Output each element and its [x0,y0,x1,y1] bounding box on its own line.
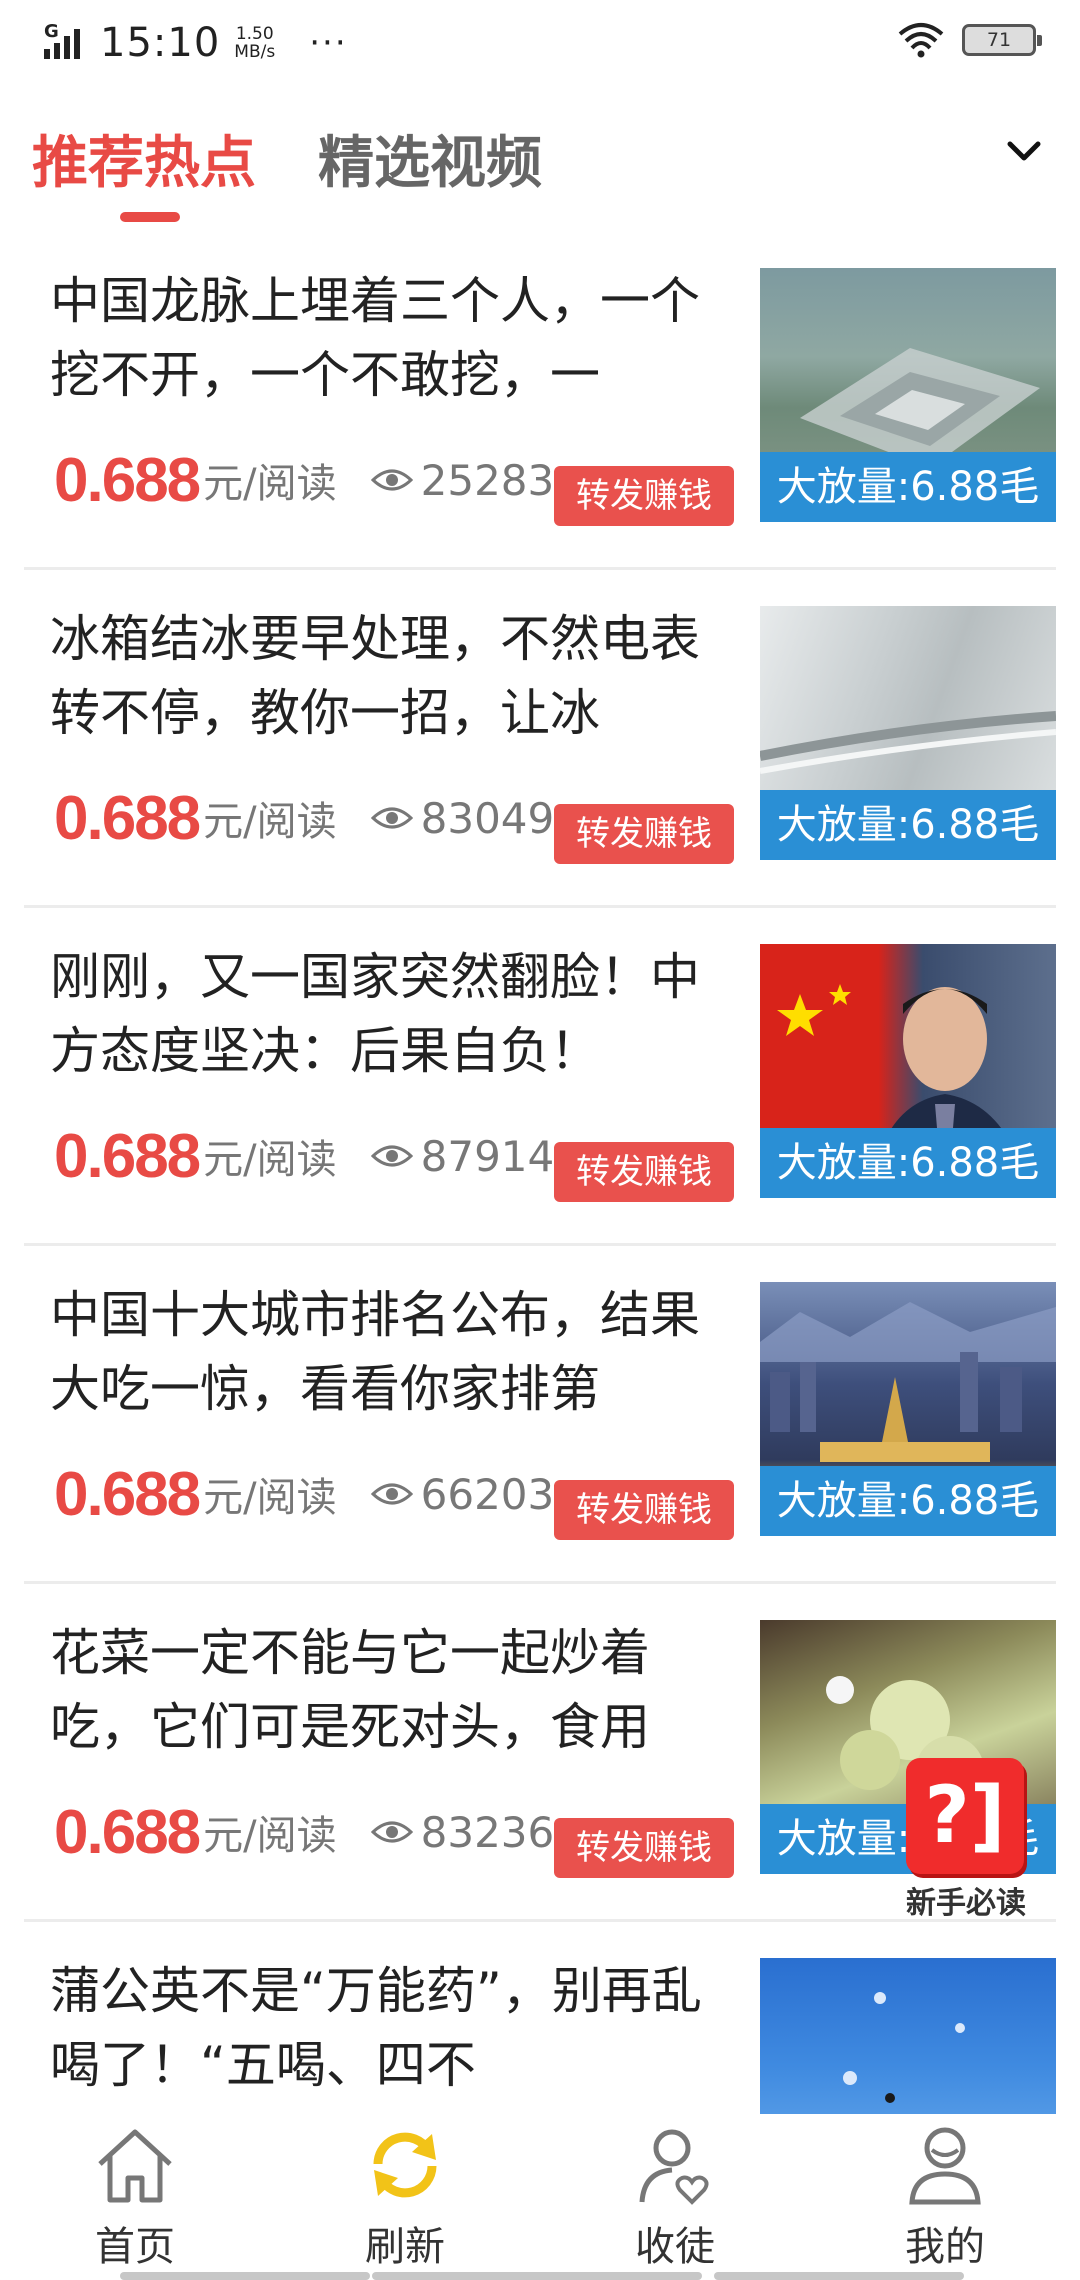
wifi-icon [898,23,944,58]
share-earn-button[interactable]: 转发赚钱 [554,804,734,864]
gesture-bar [714,2272,964,2280]
newbie-guide-button[interactable]: ?] 新手必读 [902,1758,1030,1921]
view-count: 83049 [420,793,555,843]
article-meta: 0.688 元/阅读 25283 [54,442,555,518]
reward-unit: 元/阅读 [203,1813,337,1859]
nav-profile-label: 我的 [905,2224,985,2270]
view-count: 66203 [420,1469,555,1519]
article-thumbnail[interactable]: 大放量:6.88毛 [760,606,1056,860]
signal-icon: G [44,21,90,63]
article-item[interactable]: 冰箱结冰要早处理，不然电表转不停，教你一招，让冰 0.688 元/阅读 8304… [0,570,1080,908]
tab-recommended[interactable]: 推荐热点 [32,118,256,199]
profile-icon [909,2127,981,2205]
article-item[interactable]: 刚刚，又一国家突然翻脸！中方态度坚决：后果自负！ 0.688 元/阅读 8791… [0,908,1080,1246]
gesture-bar [120,2272,370,2280]
view-count: 83236 [420,1807,555,1857]
dandelion-graphic [843,1992,965,2103]
article-meta: 0.688 元/阅读 83049 [54,780,555,856]
article-thumbnail[interactable]: 大放量:6.88毛 [760,944,1056,1198]
battery-level: 71 [986,29,1012,51]
status-bar-right: 71 [898,22,1042,58]
reward-unit: 元/阅读 [203,1475,337,1521]
tab-videos[interactable]: 精选视频 [318,118,542,199]
bottom-navigation: 首页 刷新 收徒 我的 [0,2114,1080,2280]
view-count: 87914 [420,1131,555,1181]
article-item[interactable]: 中国龙脉上埋着三个人，一个挖不开，一个不敢挖，一 0.688 元/阅读 2528… [0,232,1080,570]
nav-home[interactable]: 首页 [45,2120,225,2270]
article-thumbnail[interactable]: 大放量:6.88毛 [760,268,1056,522]
help-icon[interactable]: ?] [906,1758,1024,1874]
eye-icon [370,1821,413,1843]
view-count: 25283 [420,455,555,505]
network-type: G [44,21,59,42]
reward-unit: 元/阅读 [203,799,337,845]
reward-price: 0.688 [54,783,201,853]
eye-icon [370,469,413,491]
nav-refresh[interactable]: 刷新 [315,2120,495,2270]
status-bar-left: G 15:10 1.50 MB/s ··· [44,18,348,68]
article-thumbnail[interactable] [760,1958,1056,2138]
reward-unit: 元/阅读 [203,461,337,507]
article-title[interactable]: 冰箱结冰要早处理，不然电表转不停，教你一招，让冰 [50,602,710,752]
active-tab-indicator [120,212,180,222]
eye-icon [370,807,413,829]
share-earn-button[interactable]: 转发赚钱 [554,1818,734,1878]
refresh-icon [373,2132,437,2198]
article-list: 中国龙脉上埋着三个人，一个挖不开，一个不敢挖，一 0.688 元/阅读 2528… [0,232,1080,2260]
eye-icon [370,1145,413,1167]
reward-unit: 元/阅读 [203,1137,337,1183]
share-earn-button[interactable]: 转发赚钱 [554,1142,734,1202]
recruit-icon [639,2129,709,2205]
article-thumbnail[interactable]: 大放量:6.88毛 [760,1282,1056,1536]
network-speed: 1.50 MB/s [234,24,276,62]
reward-price: 0.688 [54,1459,201,1529]
reward-price: 0.688 [54,1797,201,1867]
status-bar: G 15:10 1.50 MB/s ··· 71 [0,0,1080,88]
article-title[interactable]: 蒲公英不是“万能药”，别再乱喝了！“五喝、四不 [50,1954,710,2104]
clock: 15:10 [100,20,221,66]
nav-refresh-label: 刷新 [365,2224,445,2270]
reward-price: 0.688 [54,445,201,515]
category-tabs: 推荐热点 精选视频 [0,100,1080,230]
bonus-badge: 大放量:6.88毛 [760,1128,1056,1198]
article-title[interactable]: 花菜一定不能与它一起炒着吃，它们可是死对头，食用 [50,1616,710,1766]
article-title[interactable]: 刚刚，又一国家突然翻脸！中方态度坚决：后果自负！ [50,940,710,1090]
home-icon [98,2129,172,2203]
article-item[interactable]: 中国十大城市排名公布，结果大吃一惊，看看你家排第 0.688 元/阅读 6620… [0,1246,1080,1584]
nav-recruit[interactable]: 收徒 [585,2120,765,2270]
newbie-guide-label: 新手必读 [906,1886,1026,1921]
article-meta: 0.688 元/阅读 66203 [54,1456,555,1532]
share-earn-button[interactable]: 转发赚钱 [554,466,734,526]
nav-home-label: 首页 [95,2224,175,2270]
bonus-badge: 大放量:6.88毛 [760,790,1056,860]
article-meta: 0.688 元/阅读 83236 [54,1794,555,1870]
nav-profile[interactable]: 我的 [855,2120,1035,2270]
more-notifications-icon: ··· [309,23,348,63]
nav-recruit-label: 收徒 [635,2224,715,2270]
battery-icon: 71 [962,24,1042,56]
eye-icon [370,1483,413,1505]
reward-price: 0.688 [54,1121,201,1191]
bonus-badge: 大放量:6.88毛 [760,452,1056,522]
share-earn-button[interactable]: 转发赚钱 [554,1480,734,1540]
bonus-badge: 大放量:6.88毛 [760,1466,1056,1536]
thumbnail-image [760,1958,1056,2138]
article-title[interactable]: 中国十大城市排名公布，结果大吃一惊，看看你家排第 [50,1278,710,1428]
article-meta: 0.688 元/阅读 87914 [54,1118,555,1194]
article-title[interactable]: 中国龙脉上埋着三个人，一个挖不开，一个不敢挖，一 [50,264,710,414]
chevron-down-icon[interactable] [1002,130,1046,174]
gesture-bar [372,2272,702,2280]
